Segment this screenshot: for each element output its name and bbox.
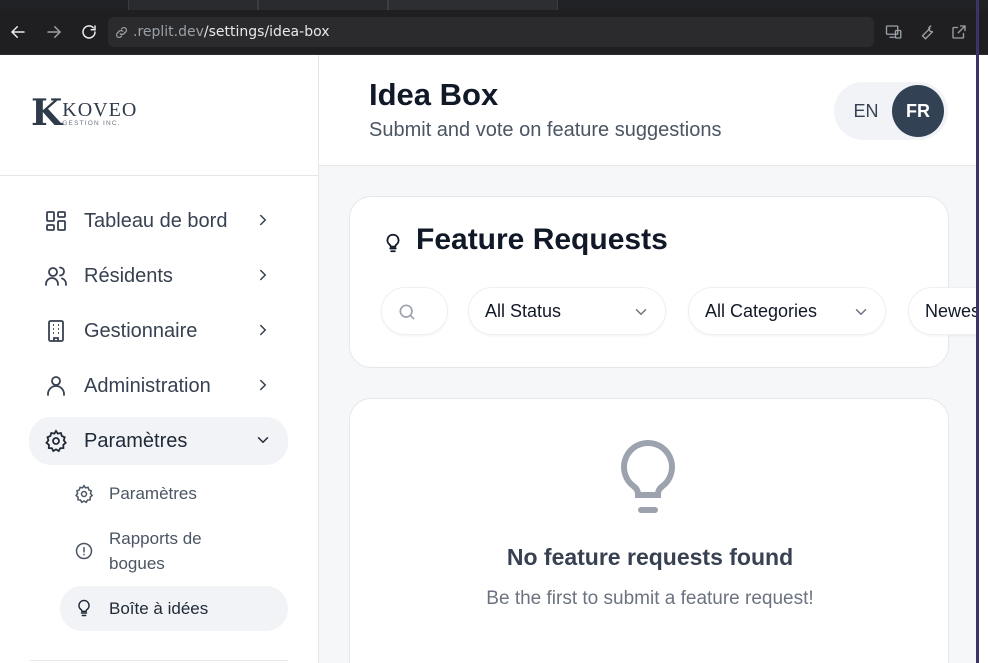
chevron-down-icon [855,309,867,316]
status-filter-value: All Status [485,301,562,321]
chevron-down-icon [635,309,647,316]
gear-icon [45,429,67,453]
external-link-icon [952,25,966,39]
sidebar-subitem-label: Paramètres [109,484,197,503]
chevron-right-icon [260,269,267,281]
sidebar-subitem-label: Rapports de bogues [109,529,202,573]
alert-circle-icon [75,542,93,560]
arrow-right-icon [47,26,62,38]
sidebar-subitem-idea-box[interactable]: Boîte à idées [60,586,288,631]
feature-requests-card: Feature Requests All Status All Categori… [349,196,978,368]
user-icon [47,376,65,396]
logo-mark: K [31,92,62,134]
gear-icon [75,484,94,504]
empty-state-card: No feature requests found Be the first t… [349,398,949,663]
browser-toolbar: .replit.dev/settings/idea-box [0,10,988,55]
browser-tab-strip [0,0,988,10]
chevron-right-icon [260,324,267,336]
browser-tab[interactable] [258,0,388,10]
sort-select[interactable]: Newest [908,287,978,335]
chevron-right-icon [260,214,267,226]
back-button[interactable] [6,20,30,44]
tools-button[interactable] [915,20,939,44]
forward-button[interactable] [42,20,66,44]
search-icon [399,304,415,320]
category-filter-select[interactable]: All Categories [688,287,886,335]
sidebar-item-label: Résidents [84,264,173,287]
browser-tab[interactable] [128,0,258,10]
page-header: Idea Box Submit and vote on feature sugg… [319,55,978,166]
link-icon [116,26,127,38]
url-host: .replit.dev [133,24,204,40]
building-icon [48,320,64,342]
sidebar-item-manager[interactable]: Gestionnaire [29,307,288,355]
feature-requests-title: Feature Requests [416,223,668,256]
devices-button[interactable] [882,20,906,44]
sidebar-item-administration[interactable]: Administration [29,362,288,410]
lightbulb-icon [386,233,400,253]
empty-state-subtitle: Be the first to submit a feature request… [486,588,814,609]
address-bar[interactable]: .replit.dev/settings/idea-box [108,17,874,47]
sidebar-item-label: Tableau de bord [84,209,228,232]
sidebar-item-settings[interactable]: Paramètres [29,417,288,465]
open-external-button[interactable] [947,20,971,44]
logo-area: K KOVEO GESTION INC. [0,55,318,176]
logo-title: KOVEO [62,99,138,121]
url-path: /settings/idea-box [203,24,330,40]
sidebar-item-dashboard[interactable]: Tableau de bord [29,197,288,245]
reload-button[interactable] [77,20,101,44]
url-text: .replit.dev/settings/idea-box [133,24,330,40]
sidebar-item-label: Paramètres [84,429,188,452]
wrench-icon [921,25,934,40]
main-content: Feature Requests All Status All Categori… [319,166,978,663]
status-filter-select[interactable]: All Status [468,287,666,335]
lightbulb-icon [78,599,90,617]
search-input[interactable] [381,287,448,335]
app-window: K KOVEO GESTION INC. Tableau de bord Rés… [0,55,978,663]
chevron-down-icon [257,437,269,444]
sidebar-subitem-label: Boîte à idées [109,599,209,618]
devices-icon [885,25,902,39]
logo-subtitle: GESTION INC. [62,120,121,127]
sidebar-item-residents[interactable]: Résidents [29,252,288,300]
chevron-right-icon [260,379,267,391]
divider [30,660,288,661]
sidebar-subitem-settings[interactable]: Paramètres [60,480,288,508]
page-subtitle: Submit and vote on feature suggestions [369,119,722,141]
arrow-left-icon [10,26,25,38]
language-en-button[interactable]: EN [840,85,892,137]
logo[interactable]: K KOVEO GESTION INC. [31,92,138,134]
page-title: Idea Box [369,77,499,112]
browser-tab[interactable] [388,0,558,10]
sort-value: Newest [925,301,978,321]
sidebar-item-label: Gestionnaire [84,319,198,342]
lightbulb-icon [621,439,675,513]
reload-icon [82,25,96,39]
users-icon [45,266,67,286]
dashboard-icon [46,211,66,231]
window-gutter [979,55,988,663]
language-fr-button[interactable]: FR [892,85,944,137]
sidebar: K KOVEO GESTION INC. Tableau de bord Rés… [0,55,319,663]
category-filter-value: All Categories [705,301,818,321]
empty-state-title: No feature requests found [506,544,794,570]
sidebar-subitem-bug-reports[interactable]: Rapports de bogues [60,525,288,579]
sidebar-item-label: Administration [84,374,211,397]
language-toggle: EN FR [834,82,948,140]
